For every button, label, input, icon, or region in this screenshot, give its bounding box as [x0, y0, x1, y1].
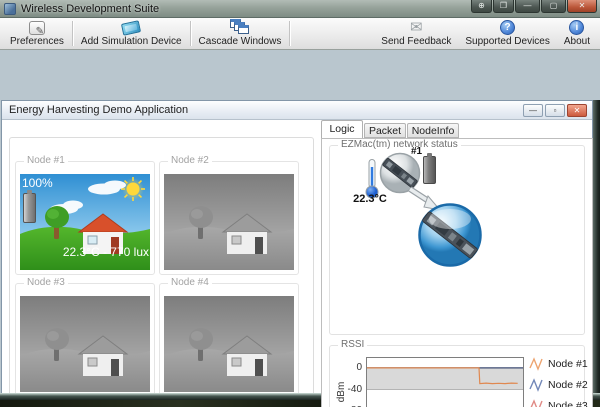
child-body: Node #1 100% 22.3°C - 770 lux Node #2 No…	[2, 120, 593, 407]
node-id-label: #1	[411, 146, 423, 157]
mdi-area: Energy Harvesting Demo Application — ▫ ✕…	[0, 50, 600, 407]
line-series-icon	[529, 357, 543, 371]
node-3-scene[interactable]	[20, 296, 150, 392]
minimize-button[interactable]: —	[515, 0, 540, 13]
tab-nodeinfo[interactable]: NodeInfo	[407, 123, 459, 138]
about-button[interactable]: i About	[557, 18, 597, 49]
legend-item: Node #3	[529, 395, 588, 407]
legend-label: Node #1	[548, 357, 588, 370]
toolbar-separator	[189, 21, 191, 46]
y-tick-label: -40	[347, 384, 362, 395]
envelope-icon: ✉	[410, 19, 423, 36]
rssi-group-title: RSSI	[338, 339, 368, 350]
app-window: Wireless Development Suite ⊕ ❐ — ▢ ✕ ✎ P…	[0, 0, 600, 407]
node-group-1: Node #1 100% 22.3°C - 770 lux	[15, 155, 155, 275]
child-close-button[interactable]: ✕	[567, 104, 587, 117]
legend-label: Node #2	[548, 378, 588, 391]
child-window-title: Energy Harvesting Demo Application	[9, 104, 189, 116]
tab-logic[interactable]: Logic	[321, 120, 363, 138]
battery-icon	[423, 153, 436, 184]
legend-label: Node #3	[548, 399, 588, 407]
child-window: Energy Harvesting Demo Application — ▫ ✕…	[1, 100, 593, 407]
y-tick-label: 0	[356, 362, 362, 373]
node-group-2: Node #2	[159, 155, 299, 275]
app-icon	[4, 2, 16, 15]
maximize-button[interactable]: ▢	[541, 0, 566, 13]
question-icon: ?	[500, 20, 516, 35]
device-screen-icon	[121, 19, 142, 36]
rssi-chart	[366, 357, 524, 407]
preferences-icon: ✎	[28, 20, 45, 37]
target-button[interactable]: ⊕	[471, 0, 492, 13]
network-device-bubble	[417, 202, 483, 273]
node-4-label: Node #4	[168, 277, 212, 288]
node-3-label: Node #3	[24, 277, 68, 288]
network-status-group-title: EZMac(tm) network status	[338, 139, 461, 150]
node-group-3: Node #3	[15, 277, 155, 397]
preferences-button[interactable]: ✎ Preferences	[3, 18, 71, 49]
window-right-edge	[593, 100, 600, 407]
child-restore-button[interactable]: ▫	[545, 104, 565, 117]
battery-icon	[23, 190, 36, 223]
node-1-status: 22.3°C - 770 lux	[62, 245, 149, 259]
rssi-group: RSSI dBm 0-40-80-120 Node #1 Node #2 Nod…	[329, 339, 588, 407]
chart-legend: Node #1 Node #2 Node #3 Node #4	[529, 353, 588, 407]
window-controls: ⊕ ❐ — ▢ ✕	[471, 0, 597, 13]
child-titlebar[interactable]: Energy Harvesting Demo Application — ▫ ✕	[2, 101, 592, 120]
legend-item: Node #1	[529, 353, 588, 374]
line-series-icon	[529, 378, 543, 392]
cascade-windows-icon	[230, 19, 250, 35]
toolbar-separator	[71, 21, 73, 46]
desktop: Wireless Development Suite ⊕ ❐ — ▢ ✕ ✎ P…	[0, 0, 600, 407]
close-button[interactable]: ✕	[567, 0, 597, 13]
info-icon: i	[569, 20, 585, 35]
supported-devices-button[interactable]: ? Supported Devices	[458, 18, 557, 49]
line-series-icon	[530, 399, 543, 407]
toolbar-left-group: ✎ Preferences Add Simulation Device Casc…	[3, 18, 291, 49]
node-1-label: Node #1	[24, 155, 68, 166]
node-4-scene[interactable]	[164, 296, 294, 392]
toolbar-right-group: ✉ Send Feedback ? Supported Devices i Ab…	[374, 18, 597, 49]
tab-packet[interactable]: Packet	[364, 123, 406, 138]
legend-item: Node #2	[529, 374, 588, 395]
toolbar-separator	[289, 21, 291, 46]
node-2-scene[interactable]	[164, 174, 294, 270]
toolbar: ✎ Preferences Add Simulation Device Casc…	[0, 18, 600, 50]
node-1-battery-percent: 100%	[22, 176, 53, 190]
child-minimize-button[interactable]: —	[523, 104, 543, 117]
send-feedback-button[interactable]: ✉ Send Feedback	[374, 18, 458, 49]
popout-button[interactable]: ❐	[493, 0, 514, 13]
window-title: Wireless Development Suite	[21, 2, 160, 15]
cascade-windows-button[interactable]: Cascade Windows	[192, 18, 289, 49]
network-status-group: EZMac(tm) network status 22.3°C #1	[329, 139, 585, 335]
node-group-4: Node #4	[159, 277, 299, 397]
titlebar[interactable]: Wireless Development Suite ⊕ ❐ — ▢ ✕	[0, 0, 600, 18]
node-2-label: Node #2	[168, 155, 212, 166]
add-simulation-device-button[interactable]: Add Simulation Device	[74, 18, 189, 49]
